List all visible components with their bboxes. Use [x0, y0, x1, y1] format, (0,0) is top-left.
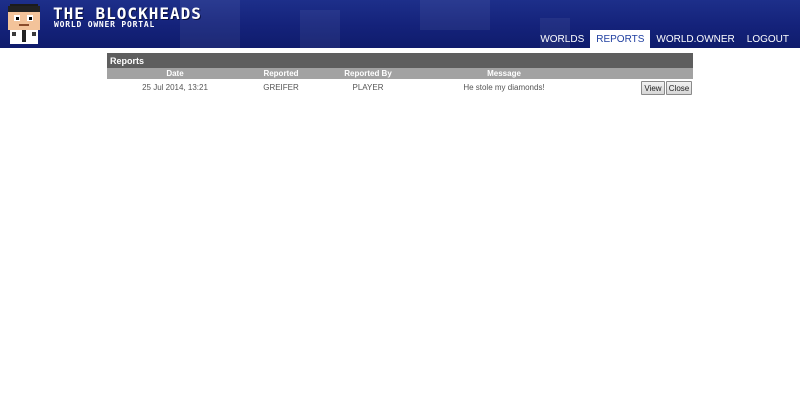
site-header: THE BLOCKHEADS WORLD OWNER PORTAL WORLDS…: [0, 0, 800, 48]
nav-worlds[interactable]: WORLDS: [534, 30, 590, 48]
reports-panel-title: Reports: [107, 53, 693, 68]
reports-table-header: Date Reported Reported By Message: [107, 68, 693, 79]
column-header-reported-by: Reported By: [344, 69, 392, 78]
brand-subtitle: WORLD OWNER PORTAL: [54, 20, 156, 29]
view-button[interactable]: View: [641, 81, 665, 95]
table-row: 25 Jul 2014, 13:21 GREIFER PLAYER He sto…: [107, 79, 693, 97]
report-reported-by: PLAYER: [352, 83, 384, 92]
nav-world-owner[interactable]: WORLD.OWNER: [650, 30, 740, 48]
report-date: 25 Jul 2014, 13:21: [142, 83, 208, 92]
nav-reports[interactable]: REPORTS: [590, 30, 651, 48]
reports-panel: Reports Date Reported Reported By Messag…: [107, 53, 693, 97]
close-button[interactable]: Close: [666, 81, 692, 95]
report-message: He stole my diamonds!: [463, 83, 545, 92]
nav-logout[interactable]: LOGOUT: [741, 30, 795, 48]
column-header-message: Message: [487, 69, 521, 78]
blockhead-logo-icon: [8, 4, 40, 44]
header-pattern: [300, 10, 340, 48]
main-nav: WORLDS REPORTS WORLD.OWNER LOGOUT: [534, 30, 795, 48]
column-header-reported: Reported: [263, 69, 299, 78]
column-header-date: Date: [166, 69, 184, 78]
header-pattern: [420, 0, 490, 30]
report-reported: GREIFER: [263, 83, 299, 92]
